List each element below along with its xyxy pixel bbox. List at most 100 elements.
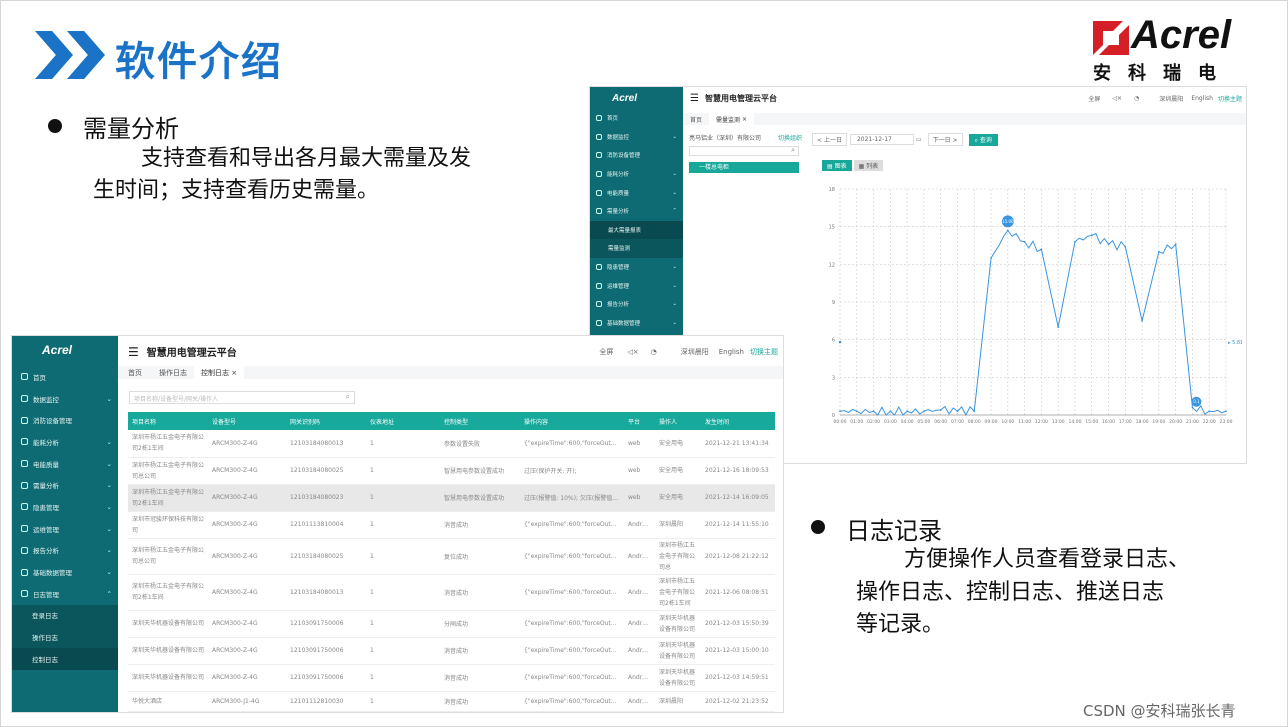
- table-row[interactable]: 深圳市杨江五金电子有限公司2栋1车间 ARCM300-Z-4G 1210318408…: [128, 484, 775, 512]
- section-text-demand-line1: 支持查看和导出各月最大需量及发: [141, 146, 472, 171]
- date-input[interactable]: 2021-12-17: [849, 134, 914, 145]
- sidebar-item[interactable]: 首页: [590, 109, 683, 128]
- y-tick-label: 18: [829, 187, 835, 193]
- table-cell: ARCM300-Z-4G: [208, 457, 286, 485]
- table-cell: 1: [366, 430, 440, 458]
- tab-demand-monitor[interactable]: 需量监测 ×: [709, 113, 754, 125]
- table-row[interactable]: 深圳市杨江五金电子有限公司2栋1车间 ARCM300-Z-4G 1210318408…: [128, 430, 775, 458]
- switch-org-link[interactable]: 切换组织: [778, 133, 802, 142]
- sidebar-item[interactable]: 报告分析 ⌄: [12, 540, 118, 562]
- sidebar-item[interactable]: 需量分析 ⌃: [590, 202, 683, 221]
- data-point: [1191, 406, 1194, 409]
- calendar-icon[interactable]: ▭: [916, 136, 922, 143]
- table-row[interactable]: 深圳天华机器设备有限公司 ARCM300-Z-4G 12103091750006 1 消…: [128, 664, 775, 692]
- sidebar-item-label: 控制日志: [32, 655, 58, 664]
- sidebar-item[interactable]: 报告分析 ⌄: [590, 295, 683, 314]
- section-title-demand: 需量分析: [83, 115, 179, 143]
- table-cell: ARCM300-Z-4G: [208, 430, 286, 458]
- sidebar-item[interactable]: 基础数据管理 ⌄: [590, 314, 683, 333]
- data-point: [872, 410, 875, 413]
- sidebar-item[interactable]: 首页: [12, 366, 118, 388]
- sidebar-logo: Acrel: [612, 93, 638, 104]
- table-row[interactable]: 深圳市冠骏环保科技有限公司 ARCM300-Z-4G 12101113810004 1…: [128, 511, 775, 539]
- view-table-button[interactable]: ▦ 列表: [853, 160, 884, 171]
- chevron-down-icon: ⌄: [672, 301, 677, 308]
- menu-item-icon: [21, 438, 28, 446]
- tree-search-input[interactable]: ⌕: [689, 146, 799, 156]
- sidebar-item[interactable]: 能耗分析 ⌄: [590, 165, 683, 184]
- sidebar-item[interactable]: 隐患管理 ⌄: [590, 258, 683, 277]
- sidebar-item[interactable]: 运维管理 ⌄: [590, 276, 683, 295]
- column-header[interactable]: 仪表地址: [366, 412, 440, 430]
- table-cell: 2021-12-08 21:22:12: [701, 538, 775, 575]
- sidebar-item[interactable]: 数据监控 ⌄: [12, 388, 118, 410]
- sidebar-item[interactable]: 最大需量报表: [590, 220, 683, 240]
- table-row[interactable]: 深圳天华机器设备有限公司 ARCM300-Z-4G 12103091750006 1 分…: [128, 610, 775, 638]
- sidebar-item[interactable]: 电能质量 ⌄: [12, 453, 118, 475]
- tree-item-selected[interactable]: 一楼总电柜: [689, 162, 799, 173]
- sidebar-item-label: 消防设备管理: [607, 153, 641, 160]
- sidebar-item[interactable]: 控制日志: [12, 647, 118, 670]
- fullscreen-button[interactable]: 全屏: [1088, 94, 1100, 103]
- column-header[interactable]: 设备型号: [208, 412, 286, 430]
- fullscreen-button[interactable]: 全屏: [599, 347, 613, 357]
- sidebar-item[interactable]: 数据监控 ⌄: [590, 128, 683, 147]
- mute-icon[interactable]: ◁×: [1112, 95, 1122, 102]
- x-tick-label: 04:00: [901, 419, 914, 425]
- chevron-down-icon: ⌄: [106, 568, 112, 577]
- table-row[interactable]: 深圳市杨江五金电子有限公司总公司 ARCM300-Z-4G 121031840800…: [128, 538, 775, 575]
- switch-theme-button[interactable]: 切换主题: [1218, 94, 1242, 103]
- column-header[interactable]: 网关识别码: [286, 412, 366, 430]
- log-search-input[interactable]: 项目名称/设备型号/网关/操作人 ⌕: [129, 391, 355, 404]
- switch-theme-button[interactable]: 切换主题: [750, 347, 778, 357]
- prev-day-button[interactable]: < 上一日: [812, 133, 847, 146]
- user-name[interactable]: 深圳晨阳: [1159, 94, 1183, 103]
- language-button[interactable]: English: [1191, 95, 1213, 102]
- menu-icon[interactable]: ☰: [690, 93, 699, 104]
- sidebar-item[interactable]: 电能质量 ⌄: [590, 183, 683, 202]
- table-row[interactable]: 深圳市杨江五金电子有限公司2栋1车间 ARCM300-Z-4G 1210318408…: [128, 574, 775, 611]
- alarm-bell-icon[interactable]: ◔: [1134, 95, 1139, 102]
- menu-icon[interactable]: ☰: [128, 345, 139, 359]
- language-button[interactable]: English: [719, 348, 744, 356]
- column-header[interactable]: 控制类型: [440, 412, 520, 430]
- sidebar-item[interactable]: 登录日志: [12, 604, 118, 627]
- menu-item-icon: [596, 152, 602, 159]
- query-button[interactable]: ⌕ 查询: [968, 133, 998, 146]
- sidebar-logo: Acrel: [42, 343, 73, 357]
- sidebar-item-label: 最大需量报表: [608, 227, 642, 234]
- app-title: 智慧用电管理云平台: [704, 94, 777, 103]
- mute-icon[interactable]: ◁×: [627, 348, 638, 356]
- sidebar-item[interactable]: 日志管理 ⌃: [12, 583, 118, 605]
- tab-control-log[interactable]: 控制日志 ×: [194, 366, 245, 379]
- sidebar-item[interactable]: 消防设备管理: [12, 409, 118, 431]
- sidebar-item[interactable]: 需量分析 ⌄: [12, 474, 118, 496]
- tab-home[interactable]: 首页: [683, 113, 709, 125]
- table-cell: 12103091750006: [286, 637, 366, 665]
- sidebar-item[interactable]: 消防设备管理: [590, 146, 683, 165]
- tab-operation-log[interactable]: 操作日志: [152, 366, 194, 379]
- view-chart-button[interactable]: ▤ 图表: [822, 160, 852, 171]
- table-row[interactable]: 深圳市杨江五金电子有限公司总公司 ARCM300-Z-4G 121031840800…: [128, 457, 775, 485]
- next-day-button[interactable]: 下一日 >: [927, 133, 963, 146]
- menu-item-icon: [21, 525, 28, 533]
- chevron-down-icon: ⌄: [106, 437, 112, 446]
- tab-home[interactable]: 首页: [118, 366, 152, 379]
- sidebar-item[interactable]: 隐患管理 ⌄: [12, 496, 118, 518]
- table-row[interactable]: 深圳天华机器设备有限公司 ARCM300-Z-4G 12103091750006 1 消…: [128, 637, 775, 665]
- table-cell: 深圳市杨江五金电子有限公司2栋1车间: [655, 574, 701, 611]
- alarm-bell-icon[interactable]: ◔: [651, 348, 657, 356]
- user-name[interactable]: 深圳晨阳: [681, 347, 709, 357]
- column-header[interactable]: 操作人: [655, 412, 701, 430]
- column-header[interactable]: 发生时间: [701, 412, 775, 430]
- column-header[interactable]: 项目名称: [128, 412, 208, 430]
- sidebar-item[interactable]: 需量监测: [590, 239, 683, 258]
- sidebar-item[interactable]: 基础数据管理 ⌄: [12, 561, 118, 583]
- sidebar-item[interactable]: 运维管理 ⌄: [12, 518, 118, 540]
- sidebar-item[interactable]: 能耗分析 ⌄: [12, 431, 118, 453]
- sidebar-item[interactable]: 操作日志: [12, 626, 118, 648]
- column-header[interactable]: 操作内容: [520, 412, 624, 430]
- column-header[interactable]: 平台: [624, 412, 655, 430]
- bullet-dot: [48, 119, 62, 133]
- table-row[interactable]: 华悦大酒店 ARCM300-J1-4G 12101112810030 1 消音成功 {"e…: [128, 691, 775, 712]
